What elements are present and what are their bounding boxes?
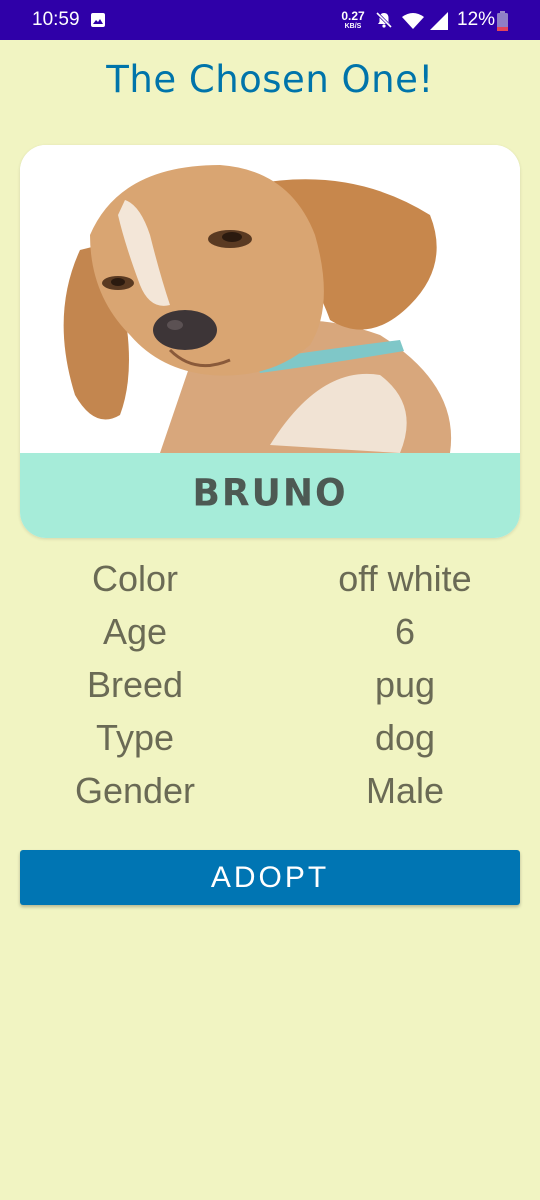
detail-value: dog: [374, 717, 436, 758]
detail-label: Color: [91, 558, 179, 599]
detail-row-breed: Breed pug: [0, 664, 540, 717]
detail-label: Age: [102, 611, 168, 652]
mute-icon: [375, 11, 393, 29]
detail-label: Gender: [74, 770, 196, 811]
status-bar: 10:59 0.27 KB/S 12%: [0, 0, 540, 40]
network-speed: 0.27 KB/S: [341, 9, 365, 30]
detail-row-color: Color off white: [0, 558, 540, 611]
detail-row-type: Type dog: [0, 717, 540, 770]
pet-card: BRUNO: [20, 145, 520, 538]
detail-value: pug: [374, 664, 436, 705]
detail-row-gender: Gender Male: [0, 770, 540, 823]
pet-name-strip: BRUNO: [20, 453, 520, 538]
wifi-icon: [402, 13, 424, 29]
battery-icon: [497, 11, 508, 31]
detail-label: Breed: [86, 664, 184, 705]
page-title: The Chosen One!: [106, 58, 434, 101]
adopt-button[interactable]: ADOPT: [20, 850, 520, 905]
signal-icon: [430, 12, 448, 30]
pet-details: Color off white Age 6 Breed pug Type dog…: [0, 558, 540, 823]
battery-percent: 12%: [457, 9, 496, 30]
detail-row-age: Age 6: [0, 611, 540, 664]
detail-value: Male: [365, 770, 445, 811]
gallery-icon: [91, 13, 105, 27]
pet-name: BRUNO: [192, 471, 348, 516]
detail-value: off white: [338, 558, 472, 599]
detail-label: Type: [95, 717, 175, 758]
status-time: 10:59: [32, 9, 80, 30]
pet-photo: [20, 145, 520, 453]
detail-value: 6: [394, 611, 416, 652]
